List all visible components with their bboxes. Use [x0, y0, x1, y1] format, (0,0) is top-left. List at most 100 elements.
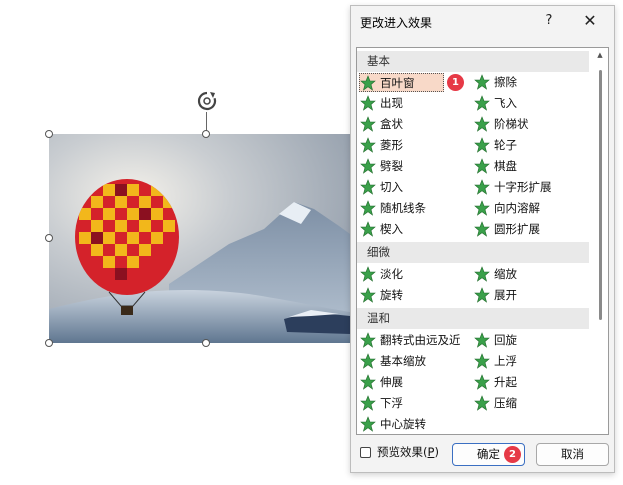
star-icon	[360, 157, 376, 174]
cancel-button[interactable]: 取消	[536, 443, 609, 466]
effect-label: 随机线条	[380, 201, 426, 215]
star-icon	[474, 136, 490, 153]
resize-handle-middle-left[interactable]	[45, 234, 53, 242]
star-icon	[360, 220, 376, 237]
effect-label: 菱形	[380, 138, 403, 152]
hot-air-balloon-image[interactable]	[49, 134, 350, 343]
effect-item-rise-up[interactable]: 升起	[474, 373, 517, 392]
effect-label: 下浮	[380, 396, 403, 410]
resize-handle-bottom-left[interactable]	[45, 339, 53, 347]
resize-handle-bottom-middle[interactable]	[202, 339, 210, 347]
effect-item-circle[interactable]: 圆形扩展	[474, 220, 540, 239]
effect-item-box[interactable]: 盒状	[360, 115, 403, 134]
star-icon	[360, 74, 376, 91]
effect-label: 出现	[380, 96, 403, 110]
cancel-button-label: 取消	[561, 447, 584, 461]
effect-label: 升起	[494, 375, 517, 389]
effect-item-diamond[interactable]: 菱形	[360, 136, 403, 155]
effect-label: 劈裂	[380, 159, 403, 173]
effect-label: 淡化	[380, 267, 403, 281]
effect-label: 圆形扩展	[494, 222, 540, 236]
effect-item-peek-in[interactable]: 切入	[360, 178, 403, 197]
slide-canvas[interactable]	[0, 0, 350, 485]
step-badge-1: 1	[447, 74, 464, 91]
star-icon	[474, 286, 490, 303]
star-icon	[474, 115, 490, 132]
star-icon	[360, 178, 376, 195]
resize-handle-top-left[interactable]	[45, 130, 53, 138]
preview-label-end: )	[434, 445, 439, 459]
effect-item-compress[interactable]: 压缩	[474, 394, 517, 413]
group-header-moderate: 温和	[357, 308, 589, 329]
effect-label: 棋盘	[494, 159, 517, 173]
effect-item-stretch[interactable]: 伸展	[360, 373, 403, 392]
effect-item-dissolve-in[interactable]: 向内溶解	[474, 199, 540, 218]
effect-item-center-revolve[interactable]: 中心旋转	[360, 415, 426, 434]
dialog-title: 更改进入效果	[360, 16, 433, 30]
effect-label: 楔入	[380, 222, 403, 236]
effect-label: 盒状	[380, 117, 403, 131]
effect-item-fly-in[interactable]: 飞入	[474, 94, 517, 113]
effect-label: 中心旋转	[380, 417, 426, 431]
star-icon	[474, 220, 490, 237]
effect-label: 上浮	[494, 354, 517, 368]
effect-label: 伸展	[380, 375, 403, 389]
effect-label: 基本缩放	[380, 354, 426, 368]
effect-item-float-down[interactable]: 下浮	[360, 394, 403, 413]
star-icon	[360, 94, 376, 111]
effect-item-zoom[interactable]: 缩放	[474, 265, 517, 284]
effect-label: 翻转式由远及近	[380, 333, 461, 347]
group-header-basic: 基本	[357, 51, 589, 72]
effect-label: 飞入	[494, 96, 517, 110]
star-icon	[360, 286, 376, 303]
effect-label: 百叶窗	[380, 76, 415, 90]
effect-item-float-up[interactable]: 上浮	[474, 352, 517, 371]
effect-item-strips[interactable]: 阶梯状	[474, 115, 529, 134]
effect-label: 擦除	[494, 75, 517, 89]
preview-effect-checkbox[interactable]	[360, 447, 371, 458]
star-icon	[360, 415, 376, 432]
effect-item-basic-zoom[interactable]: 基本缩放	[360, 352, 426, 371]
scrollbar-thumb[interactable]	[599, 70, 602, 320]
star-icon	[360, 394, 376, 411]
star-icon	[360, 136, 376, 153]
effect-item-expand[interactable]: 展开	[474, 286, 517, 305]
effect-item-wheel[interactable]: 轮子	[474, 136, 517, 155]
effect-label: 向内溶解	[494, 201, 540, 215]
rotate-handle-icon[interactable]	[196, 90, 218, 112]
effect-label: 十字形扩展	[494, 180, 552, 194]
star-icon	[474, 94, 490, 111]
star-icon	[360, 352, 376, 369]
effect-item-wedge[interactable]: 楔入	[360, 220, 403, 239]
effect-item-basic-swivel[interactable]: 翻转式由远及近	[360, 331, 461, 350]
star-icon	[360, 115, 376, 132]
star-icon	[474, 178, 490, 195]
star-icon	[474, 394, 490, 411]
star-icon	[360, 373, 376, 390]
star-icon	[360, 331, 376, 348]
effect-list[interactable]: 基本 百叶窗 1 出现 盒状 菱形 劈裂 切入 随机线条 楔入 擦除 飞入 阶梯…	[356, 47, 609, 435]
effect-item-split[interactable]: 劈裂	[360, 157, 403, 176]
close-button[interactable]: ✕	[577, 10, 603, 32]
star-icon	[474, 352, 490, 369]
effect-item-checkerboard[interactable]: 棋盘	[474, 157, 517, 176]
scroll-up-arrow-icon[interactable]: ▲	[595, 51, 605, 61]
star-icon	[474, 373, 490, 390]
effect-label: 缩放	[494, 267, 517, 281]
effect-item-wipe[interactable]: 擦除	[474, 73, 517, 92]
resize-handle-top-middle[interactable]	[202, 130, 210, 138]
effect-item-blinds[interactable]: 百叶窗	[359, 73, 444, 92]
effect-label: 展开	[494, 288, 517, 302]
star-icon	[360, 265, 376, 282]
ok-button-label: 确定	[477, 447, 500, 461]
effect-item-appear[interactable]: 出现	[360, 94, 403, 113]
change-entrance-effect-dialog: 更改进入效果 ? ✕ 基本 百叶窗 1 出现 盒状 菱形 劈裂 切入 随机线条 …	[350, 5, 615, 473]
effect-item-plus[interactable]: 十字形扩展	[474, 178, 552, 197]
effect-item-random-bars[interactable]: 随机线条	[360, 199, 426, 218]
help-button[interactable]: ?	[539, 10, 559, 32]
effect-item-spin[interactable]: 旋转	[360, 286, 403, 305]
effect-item-fade[interactable]: 淡化	[360, 265, 403, 284]
group-header-subtle: 细微	[357, 242, 589, 263]
star-icon	[474, 157, 490, 174]
effect-item-boomerang[interactable]: 回旋	[474, 331, 517, 350]
